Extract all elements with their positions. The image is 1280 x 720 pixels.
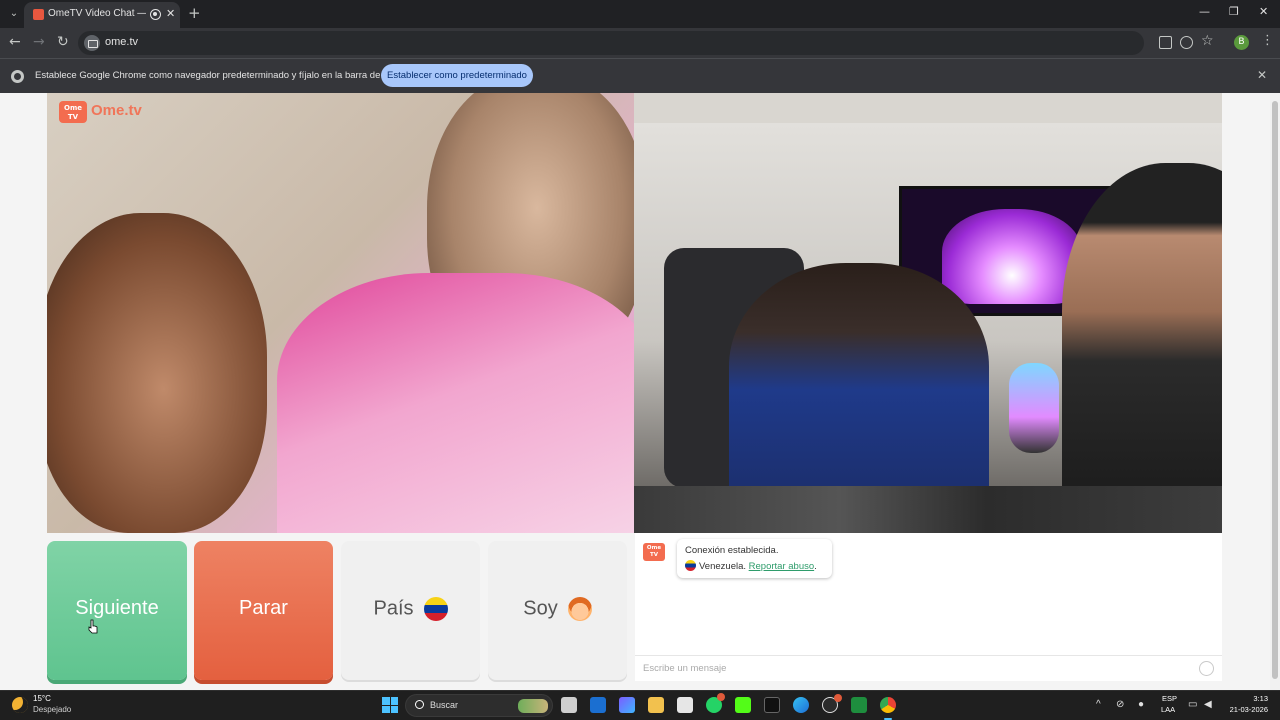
ometv-logo-box: Ome TV	[59, 101, 87, 123]
video-background	[634, 93, 1222, 123]
network-off-icon[interactable]: ⊘	[1116, 699, 1124, 710]
tab-strip: ⌄ OmeTV Video Chat — Ome ✕ + — ❐ ✕	[0, 0, 1280, 28]
sheets-icon[interactable]	[851, 697, 867, 713]
stop-label: Parar	[239, 597, 288, 619]
ometv-page: Ome TV Ome.tv Siguiente Parar País Soy O…	[0, 93, 1280, 690]
ometv-favicon-icon	[33, 9, 44, 20]
set-default-button[interactable]: Establecer como predeterminado	[381, 64, 533, 87]
maximize-button[interactable]: ❐	[1229, 5, 1239, 18]
tab-title: OmeTV Video Chat — Ome	[48, 8, 146, 19]
moon-weather-icon[interactable]	[12, 697, 28, 713]
ometv-chat-logo: Ome TV	[643, 543, 665, 561]
hand-cursor-icon	[88, 619, 98, 634]
tiktok-icon[interactable]	[764, 697, 780, 713]
minimize-button[interactable]: —	[1199, 5, 1210, 18]
chrome-logo-icon	[11, 70, 24, 83]
search-placeholder: Buscar	[430, 700, 459, 710]
scroll-thumb[interactable]	[1272, 101, 1278, 679]
windows-taskbar: 15°C Despejado Buscar ^ ⊘ ● ESP LAA ▭ ◀ …	[0, 690, 1280, 720]
teams-icon[interactable]	[619, 697, 635, 713]
self-video	[634, 93, 1222, 533]
chrome-icon[interactable]	[880, 697, 896, 720]
fireplace-image	[942, 209, 1082, 304]
search-highlight-icon	[518, 699, 548, 713]
install-app-icon[interactable]	[1180, 36, 1193, 49]
video-person	[729, 263, 989, 493]
browser-toolbar: ← → ↻ ome.tv ☆ B ⋮	[0, 28, 1280, 58]
venezuela-flag-icon	[423, 597, 448, 621]
reload-button[interactable]: ↻	[57, 34, 69, 50]
language-code[interactable]: ESP	[1162, 694, 1177, 703]
country-label: País	[373, 597, 414, 620]
tab-search-icon[interactable]: ⌄	[6, 6, 22, 22]
forward-button[interactable]: →	[33, 34, 45, 50]
edge-icon[interactable]	[793, 697, 809, 713]
message-placeholder: Escribe un mensaje	[643, 663, 727, 674]
temperature[interactable]: 15°C	[33, 694, 51, 703]
rgb-microphone	[1009, 363, 1059, 453]
report-suffix: .	[814, 561, 817, 572]
profile-avatar[interactable]: B	[1234, 35, 1249, 50]
store-icon[interactable]	[677, 697, 693, 713]
stop-button[interactable]: Parar	[194, 541, 333, 680]
url-text: ome.tv	[105, 36, 139, 48]
infobar-message: Establece Google Chrome como navegador p…	[35, 70, 410, 81]
close-window-button[interactable]: ✕	[1259, 5, 1268, 18]
gender-button[interactable]: Soy	[488, 541, 627, 680]
translate-icon[interactable]	[1159, 36, 1172, 49]
start-button[interactable]	[382, 697, 398, 713]
ometv-logo-text: Ome.tv	[91, 102, 142, 119]
keyboard-layout[interactable]: LAA	[1161, 705, 1175, 714]
address-bar[interactable]: ome.tv	[78, 31, 1144, 55]
task-view-icon[interactable]	[561, 697, 577, 713]
microphone-icon[interactable]: ●	[1138, 699, 1144, 710]
site-info-icon[interactable]	[84, 35, 100, 51]
video-background	[634, 486, 1222, 533]
next-label: Siguiente	[75, 597, 159, 619]
search-icon	[415, 700, 424, 709]
clock-date[interactable]: 21-03-2026	[1219, 705, 1268, 714]
menu-kebab-icon[interactable]: ⋮	[1261, 33, 1274, 48]
ometv-logo: Ome TV Ome.tv	[59, 99, 159, 123]
message-input[interactable]: Escribe un mensaje	[635, 655, 1222, 681]
back-button[interactable]: ←	[9, 34, 21, 50]
male-avatar-icon	[567, 597, 592, 621]
tray-overflow-icon[interactable]: ^	[1096, 699, 1101, 710]
stream-frame	[634, 123, 1222, 493]
connection-status: Conexión establecida.	[685, 545, 779, 556]
venezuela-flag-icon	[685, 560, 696, 571]
recording-icon	[150, 9, 161, 20]
next-button[interactable]: Siguiente	[47, 541, 187, 680]
default-browser-infobar: Establece Google Chrome como navegador p…	[0, 58, 1280, 93]
new-tab-button[interactable]: +	[188, 4, 201, 22]
tab-ometv[interactable]: OmeTV Video Chat — Ome ✕	[24, 2, 180, 28]
clock-time[interactable]: 3:13	[1238, 694, 1268, 703]
gender-label: Soy	[523, 597, 558, 620]
video-person	[47, 213, 267, 533]
file-explorer-icon[interactable]	[648, 697, 664, 713]
chat-panel: Ome TV Conexión establecida. Venezuela. …	[635, 533, 1222, 681]
emoji-icon[interactable]	[1199, 661, 1214, 676]
infobar-close-icon[interactable]: ✕	[1257, 68, 1267, 82]
video-person	[277, 273, 634, 533]
outlook-icon[interactable]	[590, 697, 606, 713]
page-scrollbar[interactable]	[1270, 93, 1280, 690]
system-message: Conexión establecida. Venezuela. Reporta…	[677, 539, 832, 578]
bookmark-star-icon[interactable]: ☆	[1201, 33, 1214, 49]
notification-badge	[834, 694, 842, 702]
whatsapp-icon[interactable]	[706, 693, 725, 713]
stranger-video: Ome TV Ome.tv	[47, 93, 634, 533]
volume-icon[interactable]: ◀	[1204, 699, 1212, 710]
close-tab-icon[interactable]: ✕	[166, 7, 175, 20]
notification-badge	[717, 693, 725, 701]
weather-status[interactable]: Despejado	[33, 705, 71, 714]
country-name: Venezuela.	[699, 561, 747, 572]
taskbar-search[interactable]: Buscar	[405, 694, 553, 717]
kick-icon[interactable]	[735, 697, 751, 713]
chatgpt-icon[interactable]	[822, 694, 842, 713]
country-button[interactable]: País	[341, 541, 480, 680]
display-icon[interactable]: ▭	[1188, 699, 1197, 710]
report-abuse-link[interactable]: Reportar abuso	[749, 561, 814, 572]
country-line: Venezuela. Reportar abuso.	[685, 560, 817, 572]
